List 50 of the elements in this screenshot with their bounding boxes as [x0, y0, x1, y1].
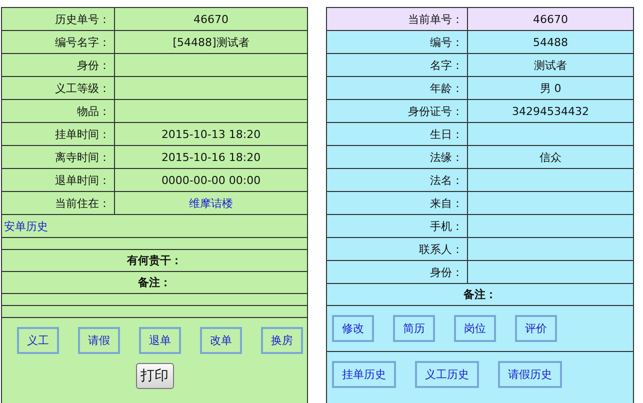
field-label: 编号名字： — [2, 30, 114, 54]
history-button[interactable]: 义工历史 — [415, 361, 479, 388]
field-value: 2015-10-16 18:20 — [114, 146, 308, 168]
field-label: 生日： — [326, 122, 468, 146]
history-button[interactable]: 挂单历史 — [332, 361, 396, 388]
history-link[interactable]: 安单历史 — [4, 220, 48, 232]
room-link[interactable]: 维摩诘楼 — [189, 196, 233, 210]
field-label: 联系人： — [326, 238, 468, 260]
field-value: 54488 — [468, 30, 634, 54]
history-button[interactable]: 请假历史 — [498, 361, 562, 388]
field-label: 当前单号： — [326, 8, 468, 30]
inquiry-label: 有何贵干： — [2, 250, 308, 272]
action-button[interactable]: 请假 — [78, 327, 120, 354]
remarks-label: 备注： — [326, 284, 634, 306]
action-button[interactable]: 退单 — [139, 327, 181, 354]
action-button[interactable]: 改单 — [200, 327, 242, 354]
field-label: 义工等级： — [2, 76, 114, 100]
field-label: 历史单号： — [2, 8, 114, 30]
field-value: 测试者 — [468, 54, 634, 76]
field-label: 年龄： — [326, 76, 468, 100]
field-value: [54488]测试者 — [114, 30, 308, 54]
field-label: 离寺时间： — [2, 146, 114, 168]
field-value: 46670 — [114, 8, 308, 30]
field-label: 当前住在： — [2, 192, 114, 214]
field-label: 身份： — [2, 54, 114, 76]
field-value: 46670 — [468, 8, 634, 30]
action-button[interactable]: 评价 — [515, 315, 557, 342]
field-label: 编号： — [326, 30, 468, 54]
field-value: 2015-10-13 18:20 — [114, 122, 308, 146]
field-label: 物品： — [2, 100, 114, 122]
field-label: 法名： — [326, 168, 468, 192]
field-value: 信众 — [468, 146, 634, 168]
field-label: 法缘： — [326, 146, 468, 168]
print-button[interactable]: 打印 — [136, 363, 174, 389]
field-label: 来自： — [326, 192, 468, 214]
field-label: 名字： — [326, 54, 468, 76]
field-value: 男 0 — [468, 76, 634, 100]
field-label: 挂单时间： — [2, 122, 114, 146]
action-button[interactable]: 岗位 — [454, 315, 496, 342]
action-button[interactable]: 修改 — [332, 315, 374, 342]
field-label: 手机： — [326, 214, 468, 238]
remarks-label: 备注： — [2, 272, 308, 294]
action-button[interactable]: 义工 — [17, 327, 59, 354]
field-value: 34294534432 — [468, 100, 634, 122]
action-button[interactable]: 简历 — [393, 315, 435, 342]
action-button[interactable]: 换房 — [261, 327, 303, 354]
field-label: 身份： — [326, 260, 468, 284]
field-label: 退单时间： — [2, 168, 114, 192]
field-label: 身份证号： — [326, 100, 468, 122]
field-value: 0000-00-00 00:00 — [114, 168, 308, 192]
